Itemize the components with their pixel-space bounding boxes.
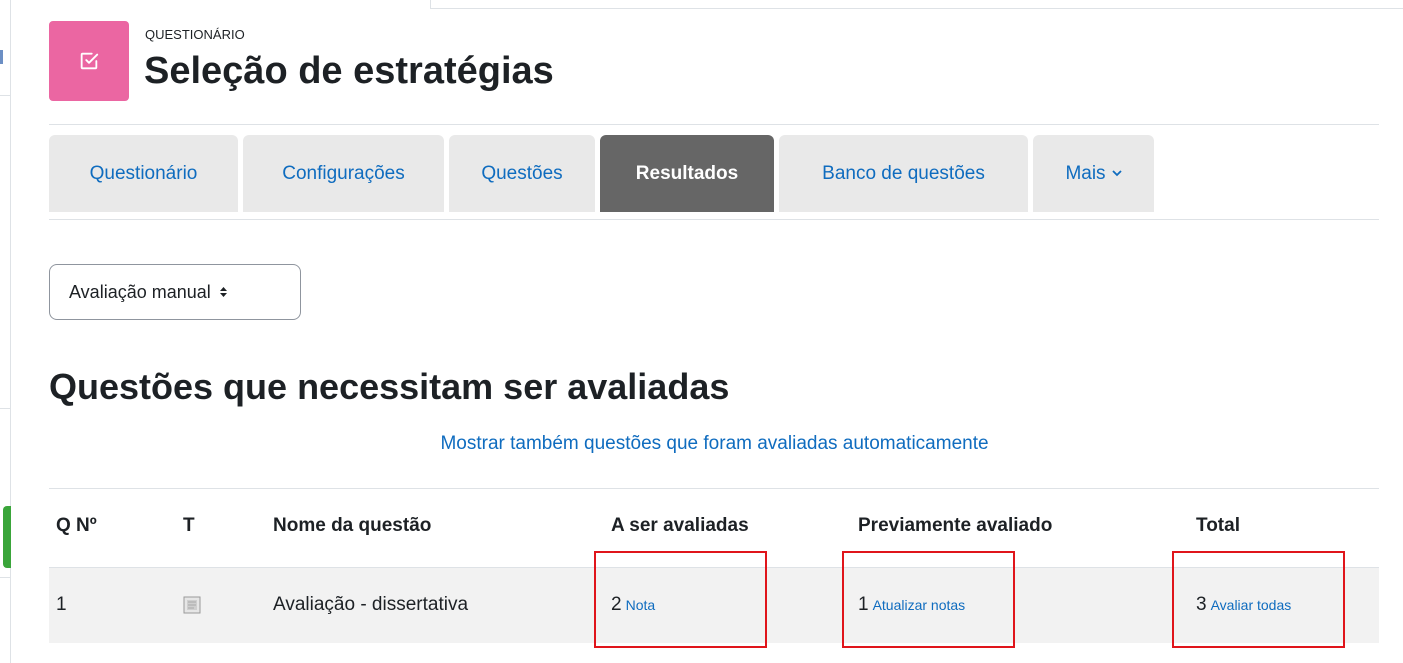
highlight-box [842,551,1015,648]
tab-label: Banco de questões [822,162,985,184]
drawer-item-marker [0,50,3,64]
tab-resultados[interactable]: Resultados [600,135,774,212]
chevron-down-icon [1111,166,1122,180]
tab-label: Questionário [89,162,198,184]
left-drawer-edge [0,0,11,663]
nav-divider [49,124,1379,125]
cell-question-name: Avaliação - dissertativa [273,594,469,615]
tab-banco-de-questoes[interactable]: Banco de questões [779,135,1028,212]
page-title: Seleção de estratégias [144,50,554,92]
show-auto-graded-link[interactable]: Mostrar também questões que foram avalia… [0,433,1403,455]
tab-label: Mais [1065,162,1106,184]
tab-label: Resultados [635,162,739,184]
secondary-navigation: Questionário Configurações Questões Resu… [49,135,1159,212]
drawer-toggle-button[interactable] [3,506,11,568]
tab-label: Questões [481,162,563,184]
column-header-name: Nome da questão [273,515,432,536]
column-header-type: T [183,515,195,536]
table-top-rule [49,488,1379,489]
tab-mais[interactable]: Mais [1033,135,1154,212]
column-header-total: Total [1196,515,1240,536]
cell-qno: 1 [56,594,67,615]
page-frame-edge [430,8,1403,9]
tab-questoes[interactable]: Questões [449,135,595,212]
drawer-divider [0,577,10,578]
essay-question-icon [183,596,201,614]
highlight-box [594,551,767,648]
drawer-divider [0,95,10,96]
tab-configuracoes[interactable]: Configurações [243,135,444,212]
column-header-qno: Q Nº [56,515,97,536]
highlight-box [1172,551,1345,648]
activity-type-label: QUESTIONÁRIO [145,27,245,42]
report-select[interactable]: Avaliação manual [49,264,301,320]
section-heading: Questões que necessitam ser avaliadas [49,366,730,407]
report-select-value: Avaliação manual [69,281,211,302]
tab-questionario[interactable]: Questionário [49,135,238,212]
column-header-already-graded: Previamente avaliado [858,515,1053,536]
updown-caret-icon [219,286,228,298]
nav-divider [49,219,1379,220]
column-header-to-grade: A ser avaliadas [611,515,749,536]
quiz-checkbox-icon [49,21,129,101]
tab-label: Configurações [282,162,405,184]
drawer-divider [0,408,10,409]
